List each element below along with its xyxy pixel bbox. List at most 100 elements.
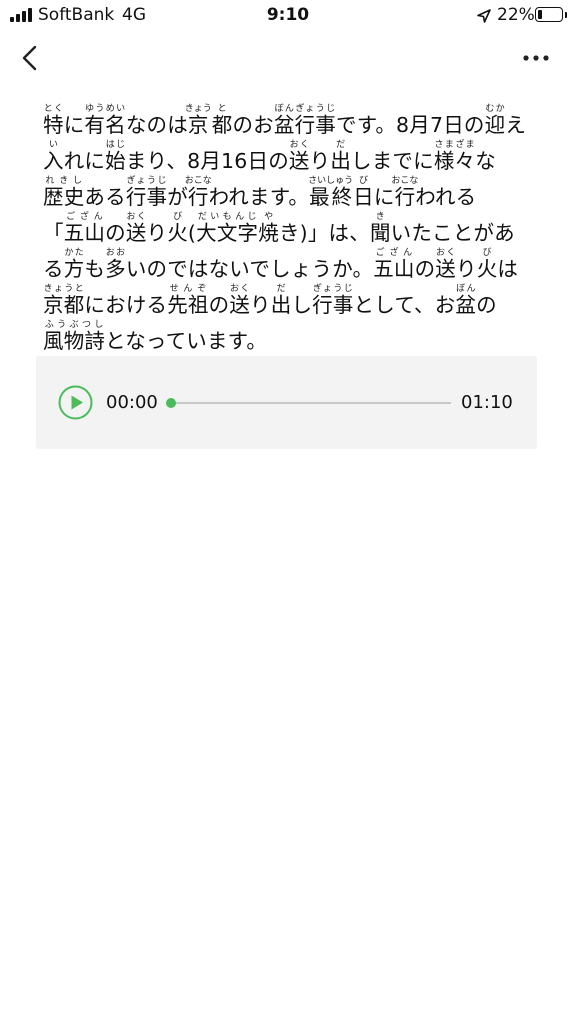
ruby-word: 送おく [229,284,251,317]
text-segment: れに [63,149,106,173]
ruby-word: 火び [167,212,188,245]
furigana-reading: だ [330,140,352,150]
furigana-reading: きょう [184,104,212,114]
furigana-reading: おこな [184,176,212,186]
progress-slider[interactable] [166,398,451,408]
text-segment: え [505,113,527,137]
furigana-reading: さまざま [433,140,476,150]
ruby-word: 行おこな [184,176,212,209]
text-segment: ています。 [165,329,268,353]
ruby-word: 送おく [125,212,147,245]
ruby-word: 送おく [435,248,456,281]
text-segment: り [309,149,331,173]
furigana-reading: き [369,212,391,222]
text-segment: のお [232,113,274,137]
furigana-reading: ぎょうじ [125,176,168,186]
furigana-reading: び [353,176,374,186]
ruby-word: 聞き [369,212,391,245]
ruby-word: 入い [43,140,64,173]
furigana-reading: や [258,212,279,222]
text-segment: いのではないでしょうか。 [125,257,374,281]
furigana-reading: おく [125,212,147,222]
furigana-reading: だいもんじ [196,212,259,222]
text-segment: な [475,149,496,173]
location-arrow-icon [477,9,491,23]
ruby-word: 行おこな [391,176,419,209]
furigana-reading: かた [63,248,85,258]
ruby-word: 大文字だいもんじ [196,212,259,245]
furigana-reading: おお [105,248,126,258]
text-segment: にお [84,293,126,317]
ruby-word: 五山ござん [373,248,415,281]
ruby-word: 行事ぎょうじ [125,176,168,209]
ruby-word: 先祖せんぞ [167,284,209,317]
text-segment: り [250,293,271,317]
furigana-reading: とく [43,104,64,114]
furigana-reading: ぎょうじ [312,284,354,294]
text-segment: ( [187,221,197,245]
text-segment: に [63,113,85,137]
furigana-reading: せんぞ [167,284,209,294]
furigana-reading: だ [270,284,292,294]
article-paragraph: 特とくに有名ゆうめいなのは京きょう都とのお盆ぼん行事ぎょうじです。8月7日の迎む… [43,104,533,359]
ruby-word: 多おお [105,248,126,281]
ruby-word: 焼や [258,212,279,245]
chevron-left-icon[interactable] [16,42,46,74]
ruby-word: 有名ゆうめい [84,104,126,137]
ruby-word: 特とく [43,104,64,137]
text-segment: の [105,221,126,245]
total-time: 01:10 [461,392,513,413]
furigana-reading: きょうと [43,284,85,294]
furigana-reading: ござん [63,212,106,222]
ruby-word: 盆ぼん [273,104,295,137]
text-segment: は [497,257,519,281]
text-segment: として、お [353,293,456,317]
more-horizontal-icon[interactable] [518,48,554,68]
text-segment: き)」は、 [278,221,370,245]
ruby-word: 迎むか [484,104,506,137]
furigana-reading: び [167,212,188,222]
furigana-reading: おこな [391,176,419,186]
furigana-reading: い [43,140,64,150]
ruby-word: 行事ぎょうじ [294,104,336,137]
status-bar: SoftBank 4G 9:10 22% [0,0,576,32]
ruby-word: 京都きょうと [43,284,85,317]
text-segment: り [146,221,168,245]
ruby-word: 京きょう [184,104,212,137]
ruby-word: 歴史れきし [43,176,85,209]
audio-player: 00:00 01:10 [36,356,537,449]
furigana-reading: はじ [105,140,126,150]
text-segment: も [84,257,106,281]
text-segment: まり、8月16日の [125,149,289,173]
furigana-reading: ぼん [455,284,477,294]
furigana-reading: おく [229,284,251,294]
play-circle-icon[interactable] [58,385,93,420]
text-segment: し [291,293,313,317]
text-segment: の [208,293,230,317]
text-segment: なのは [125,113,188,137]
battery-percent: 22% [497,5,535,25]
furigana-reading: ぼん [273,104,295,114]
text-segment: われます。 [208,185,310,209]
furigana-reading: さいしゅう [308,176,354,186]
text-segment: ける [125,293,168,317]
furigana-reading: ござん [373,248,415,258]
ruby-word: 火び [476,248,498,281]
ruby-word: 最終さいしゅう [308,176,354,209]
furigana-reading: おく [435,248,456,258]
furigana-reading: おく [288,140,310,150]
ruby-word: 始はじ [105,140,126,173]
furigana-reading: むか [484,104,506,114]
ruby-word: 出だ [270,284,292,317]
ruby-word: 五山ござん [63,212,106,245]
furigana-reading: び [476,248,498,258]
ruby-word: 行事ぎょうじ [312,284,354,317]
ruby-word: 様々さまざま [433,140,476,173]
furigana-reading: れきし [43,176,85,186]
text-segment: ある [84,185,126,209]
text-segment: り [456,257,477,281]
battery-tip [565,12,567,18]
ruby-word: 送おく [288,140,310,173]
progress-knob[interactable] [166,398,176,408]
text-segment: の [476,293,497,317]
